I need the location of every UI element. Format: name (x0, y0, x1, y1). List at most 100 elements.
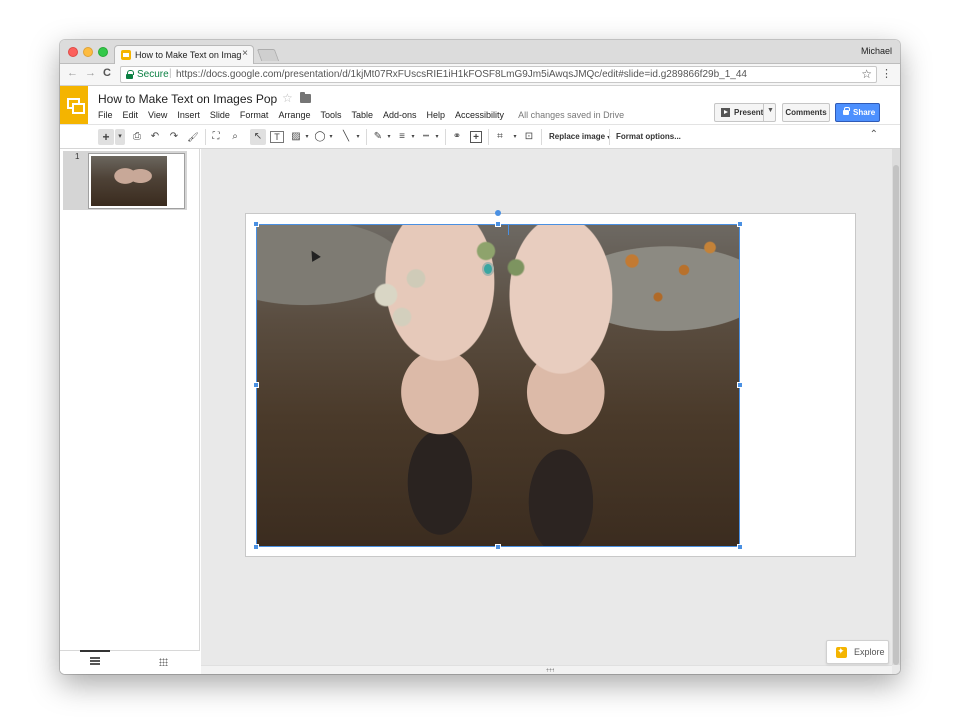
editor-toolbar: + ▾ ⎙ ↶ ↷ 🖌 ⛶ ⌕ ↖ T ▨ ▾ ◯ ▾ ╲ ▾ ✎ ▾ ≡ ▾ … (60, 124, 900, 149)
resize-handle-bottom-right[interactable] (737, 544, 743, 550)
slide-filmstrip: 1 (60, 149, 200, 674)
shape-caret-icon[interactable]: ▾ (327, 129, 335, 145)
border-weight-icon[interactable]: ≡ (395, 129, 409, 145)
zoom-fit-icon[interactable]: ⛶ (209, 129, 223, 145)
present-options-icon[interactable]: ▼ (767, 107, 774, 114)
zoom-window-button[interactable] (98, 47, 108, 57)
tab-close-icon[interactable]: × (242, 48, 248, 59)
toolbar-divider (366, 129, 367, 145)
explore-button[interactable]: Explore (826, 640, 889, 664)
explore-label: Explore (854, 647, 885, 657)
text-box-icon[interactable]: T (270, 131, 284, 143)
menu-insert[interactable]: Insert (177, 110, 200, 122)
menu-add-ons[interactable]: Add-ons (383, 110, 417, 122)
url-separator: | (169, 68, 172, 79)
image-icon[interactable]: ▨ (289, 129, 303, 145)
menu-slide[interactable]: Slide (210, 110, 230, 122)
slide[interactable] (245, 210, 856, 557)
comments-button[interactable]: Comments (782, 103, 830, 122)
save-status[interactable]: All changes saved in Drive (518, 110, 624, 122)
grid-view-icon[interactable] (159, 658, 168, 666)
minimize-window-button[interactable] (83, 47, 93, 57)
bookmark-star-icon[interactable]: ☆ (861, 67, 872, 81)
close-window-button[interactable] (68, 47, 78, 57)
share-label: Share (853, 108, 876, 117)
present-divider (763, 104, 764, 121)
play-icon (721, 108, 730, 117)
replace-image-button[interactable]: Replace image ▾ (549, 129, 610, 145)
border-dash-icon[interactable]: ┅ (419, 129, 433, 145)
border-weight-caret-icon[interactable]: ▾ (409, 129, 417, 145)
line-caret-icon[interactable]: ▾ (354, 129, 362, 145)
crop-icon[interactable]: ⌗ (493, 129, 507, 145)
url-input[interactable]: Secure | https://docs.google.com/present… (120, 66, 877, 83)
undo-icon[interactable]: ↶ (148, 129, 162, 145)
rotate-line (508, 224, 509, 235)
lock-icon (126, 70, 134, 79)
slide-canvas[interactable]: Explore (201, 149, 900, 674)
resize-handle-top[interactable] (495, 221, 501, 227)
speaker-notes-resize-bar[interactable] (201, 665, 892, 674)
format-options-button[interactable]: Format options... (616, 129, 681, 145)
browser-menu-icon[interactable]: ⋮ (881, 67, 892, 80)
new-slide-layout-icon[interactable]: ▾ (115, 129, 125, 145)
menu-tools[interactable]: Tools (320, 110, 341, 122)
vertical-scrollbar[interactable] (892, 149, 900, 665)
reset-image-icon[interactable]: ⊡ (522, 129, 536, 145)
menu-table[interactable]: Table (351, 110, 373, 122)
image-selection-box[interactable] (256, 224, 740, 547)
shape-icon[interactable]: ◯ (313, 129, 327, 145)
share-button[interactable]: Share (835, 103, 880, 122)
resize-handle-left[interactable] (253, 382, 259, 388)
menu-arrange[interactable]: Arrange (278, 110, 310, 122)
redo-icon[interactable]: ↷ (167, 129, 181, 145)
zoom-icon[interactable]: ⌕ (228, 129, 242, 145)
border-color-icon[interactable]: ✎ (371, 129, 385, 145)
menu-accessibility[interactable]: Accessibility (455, 110, 504, 122)
slides-favicon-icon (121, 50, 131, 60)
reload-icon[interactable]: C (103, 67, 111, 79)
border-dash-caret-icon[interactable]: ▾ (433, 129, 441, 145)
toolbar-divider (205, 129, 206, 145)
link-icon[interactable]: ⚭ (450, 129, 464, 145)
select-tool-icon[interactable]: ↖ (250, 129, 266, 145)
resize-handle-top-left[interactable] (253, 221, 259, 227)
menu-view[interactable]: View (148, 110, 167, 122)
menu-format[interactable]: Format (240, 110, 269, 122)
document-title[interactable]: How to Make Text on Images Pop (98, 92, 277, 106)
resize-handle-right[interactable] (737, 382, 743, 388)
present-button[interactable]: Present ▼ (714, 103, 776, 122)
folder-icon[interactable] (300, 92, 311, 103)
collapse-toolbar-icon[interactable]: ⌃ (870, 129, 878, 140)
resize-handle-top-right[interactable] (737, 221, 743, 227)
star-icon[interactable]: ☆ (282, 91, 293, 105)
rotate-handle[interactable] (495, 210, 501, 216)
border-color-caret-icon[interactable]: ▾ (385, 129, 393, 145)
new-slide-icon[interactable]: + (98, 129, 114, 145)
slides-logo-icon[interactable] (60, 86, 88, 124)
scrollbar-thumb[interactable] (893, 165, 899, 665)
drag-handle-icon[interactable] (546, 668, 554, 672)
print-icon[interactable]: ⎙ (130, 129, 144, 145)
line-icon[interactable]: ╲ (339, 129, 353, 145)
new-tab-button[interactable] (256, 49, 280, 61)
paint-format-icon[interactable]: 🖌 (186, 129, 200, 145)
replace-image-label: Replace image (549, 132, 606, 141)
resize-handle-bottom-left[interactable] (253, 544, 259, 550)
mask-caret-icon[interactable]: ▾ (511, 129, 519, 145)
image-caret-icon[interactable]: ▾ (303, 129, 311, 145)
resize-handle-bottom[interactable] (495, 544, 501, 550)
slide-thumbnail[interactable] (88, 153, 185, 209)
back-icon[interactable]: ← (67, 67, 78, 79)
filmstrip-view-icon[interactable] (90, 657, 100, 665)
forward-icon[interactable]: → (85, 67, 96, 79)
docs-header: How to Make Text on Images Pop ☆ File Ed… (60, 86, 900, 124)
menu-help[interactable]: Help (427, 110, 446, 122)
menu-edit[interactable]: Edit (123, 110, 139, 122)
slide-number: 1 (75, 152, 80, 161)
explore-icon (836, 646, 847, 658)
browser-tab[interactable]: How to Make Text on Images P × (114, 45, 254, 64)
profile-name[interactable]: Michael (861, 46, 892, 56)
menu-file[interactable]: File (98, 110, 113, 122)
comment-icon[interactable]: + (470, 131, 482, 143)
